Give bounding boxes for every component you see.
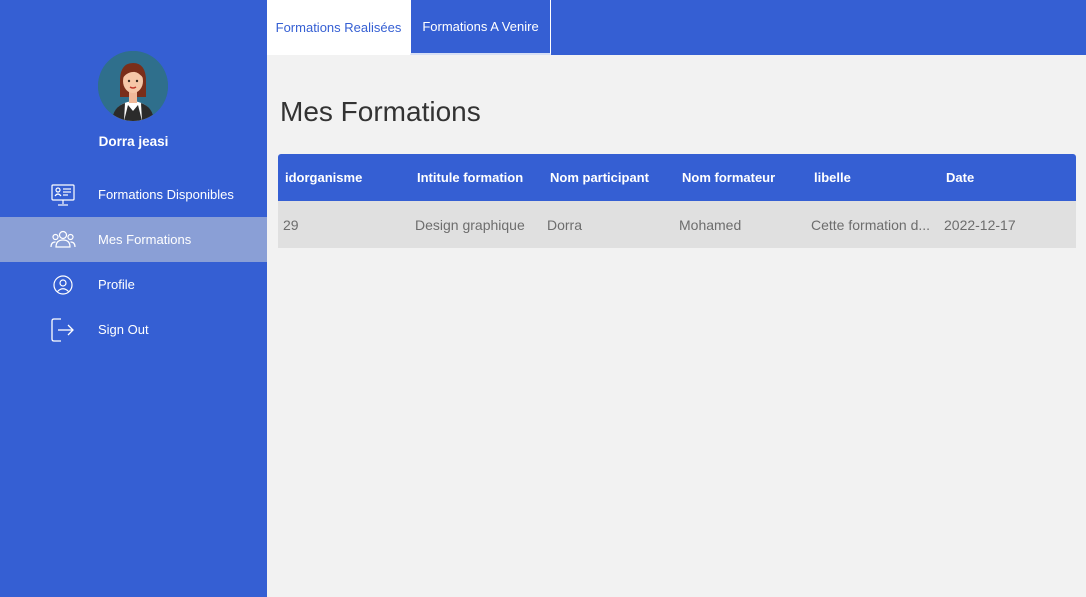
sidebar: Dorra jeasi Formations Disponibles Mes F…: [0, 0, 267, 597]
column-header[interactable]: Date: [946, 170, 1056, 185]
sidebar-item-formations-disponibles[interactable]: Formations Disponibles: [0, 172, 267, 217]
sidebar-item-label: Profile: [98, 277, 135, 292]
sidebar-nav: Formations Disponibles Mes Formations Pr…: [0, 172, 267, 352]
column-header[interactable]: Nom formateur: [682, 170, 807, 185]
table-cell: 2022-12-17: [944, 216, 1016, 233]
table-cell: Mohamed: [679, 216, 742, 233]
sign-out-icon: [50, 317, 76, 343]
table-header: idorganisme Intitule formation Nom parti…: [278, 154, 1076, 201]
presentation-board-icon: [50, 182, 76, 208]
sidebar-item-label: Sign Out: [98, 322, 149, 337]
top-bar: Formations Realisées Formations A Venire: [267, 0, 1086, 55]
sidebar-item-label: Formations Disponibles: [98, 187, 234, 202]
sidebar-item-profile[interactable]: Profile: [0, 262, 267, 307]
app-root: Dorra jeasi Formations Disponibles Mes F…: [0, 0, 1086, 597]
table-cell: Design graphique: [415, 216, 525, 233]
sidebar-item-sign-out[interactable]: Sign Out: [0, 307, 267, 352]
column-header[interactable]: libelle: [814, 170, 934, 185]
page-title: Mes Formations: [280, 96, 481, 127]
tab-formations-a-venire[interactable]: Formations A Venire: [410, 0, 551, 55]
column-header[interactable]: Intitule formation: [417, 170, 542, 185]
user-circle-icon: [50, 272, 76, 298]
table-cell: 29: [283, 216, 299, 233]
sidebar-item-label: Mes Formations: [98, 232, 192, 247]
avatar-icon: [98, 51, 168, 121]
table-cell: Cette formation d...: [811, 216, 931, 233]
tab-formations-realisees[interactable]: Formations Realisées: [267, 0, 410, 55]
tab-label: Formations Realisées: [275, 20, 402, 35]
sidebar-item-mes-formations[interactable]: Mes Formations: [0, 217, 267, 262]
user-name: Dorra jeasi: [98, 134, 169, 149]
table-row[interactable]: 29 Design graphique Dorra Mohamed Cette …: [278, 201, 1076, 248]
formations-table: idorganisme Intitule formation Nom parti…: [278, 154, 1076, 248]
tab-label: Formations A Venire: [422, 19, 539, 34]
column-header[interactable]: idorganisme: [285, 170, 405, 185]
column-header[interactable]: Nom participant: [550, 170, 675, 185]
table-cell: Dorra: [547, 216, 583, 233]
users-group-icon: [50, 227, 76, 253]
avatar: [98, 51, 168, 121]
